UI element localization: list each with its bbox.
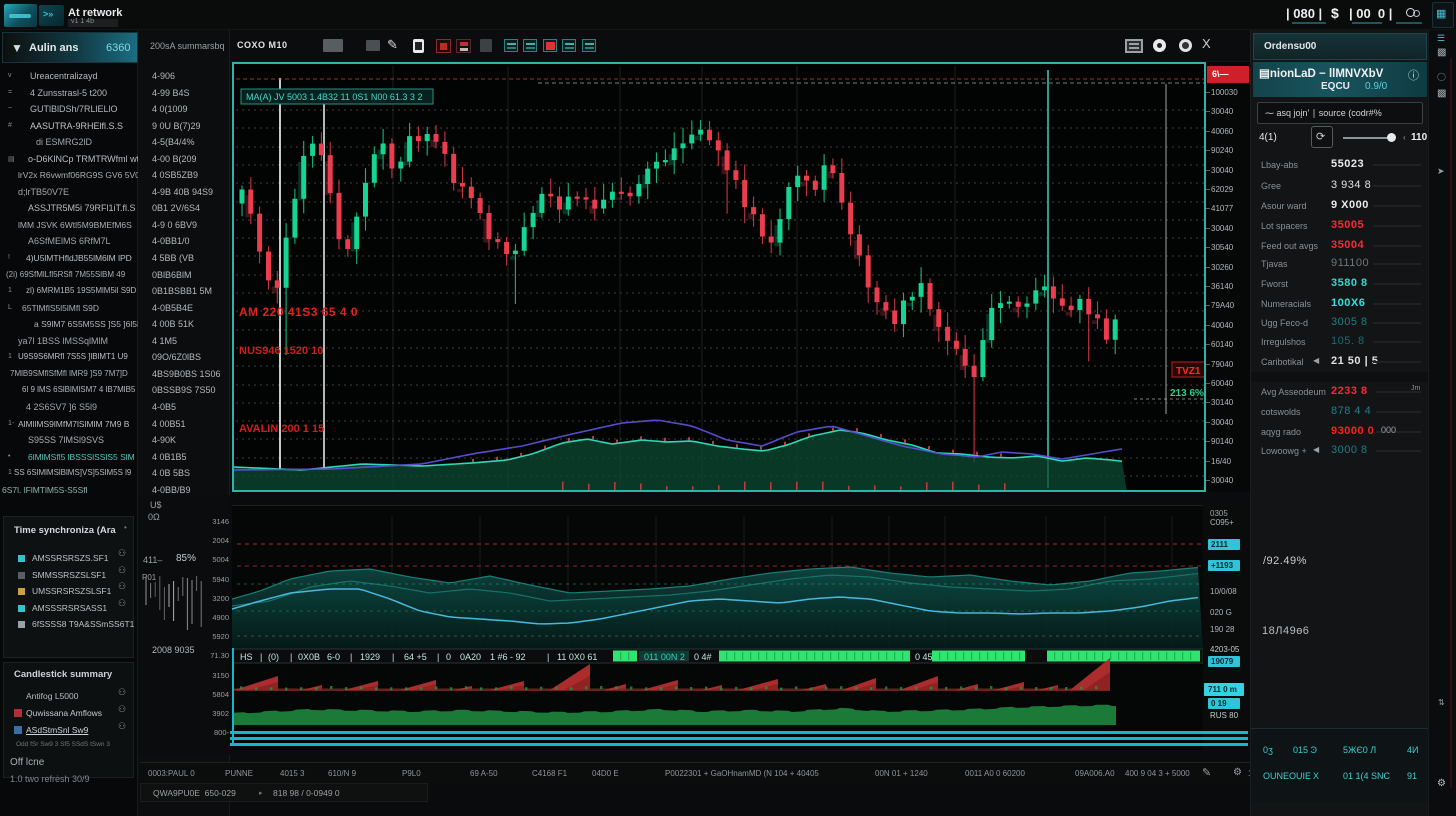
svg-text:1 #6 - 92: 1 #6 - 92 bbox=[490, 652, 526, 662]
svg-text:0 45: 0 45 bbox=[915, 652, 933, 662]
svg-text:|: | bbox=[437, 652, 439, 662]
svg-text:0X0B: 0X0B bbox=[298, 652, 320, 662]
svg-text:TVZ1: TVZ1 bbox=[1176, 366, 1201, 377]
svg-text:AVALIN 200 1 15: AVALIN 200 1 15 bbox=[239, 423, 324, 435]
svg-text:11 0X0 61: 11 0X0 61 bbox=[557, 652, 597, 662]
svg-text:|: | bbox=[290, 652, 292, 662]
svg-text:|: | bbox=[260, 652, 262, 662]
svg-text:011 00N 2: 011 00N 2 bbox=[644, 652, 685, 662]
svg-text:0: 0 bbox=[446, 652, 451, 662]
svg-text:HS: HS bbox=[240, 652, 253, 662]
svg-text:(0): (0) bbox=[268, 652, 279, 662]
svg-text:AM 220 41S3 65 4 0: AM 220 41S3 65 4 0 bbox=[239, 305, 358, 319]
svg-text:NUS946 1520 10: NUS946 1520 10 bbox=[239, 345, 323, 357]
svg-text:|: | bbox=[547, 652, 549, 662]
svg-text:213 6%: 213 6% bbox=[1170, 388, 1204, 399]
svg-text:MA(A) JV 5003 1.4B32 11 0S1 N0: MA(A) JV 5003 1.4B32 11 0S1 N00 61.3 3 2 bbox=[246, 92, 422, 102]
svg-text:0A20: 0A20 bbox=[460, 652, 481, 662]
svg-text:64 +5: 64 +5 bbox=[404, 652, 427, 662]
svg-text:|: | bbox=[392, 652, 394, 662]
svg-text:1929: 1929 bbox=[360, 652, 380, 662]
svg-text:|: | bbox=[350, 652, 352, 662]
svg-text:6-0: 6-0 bbox=[327, 652, 340, 662]
svg-text:0 4#: 0 4# bbox=[694, 652, 712, 662]
